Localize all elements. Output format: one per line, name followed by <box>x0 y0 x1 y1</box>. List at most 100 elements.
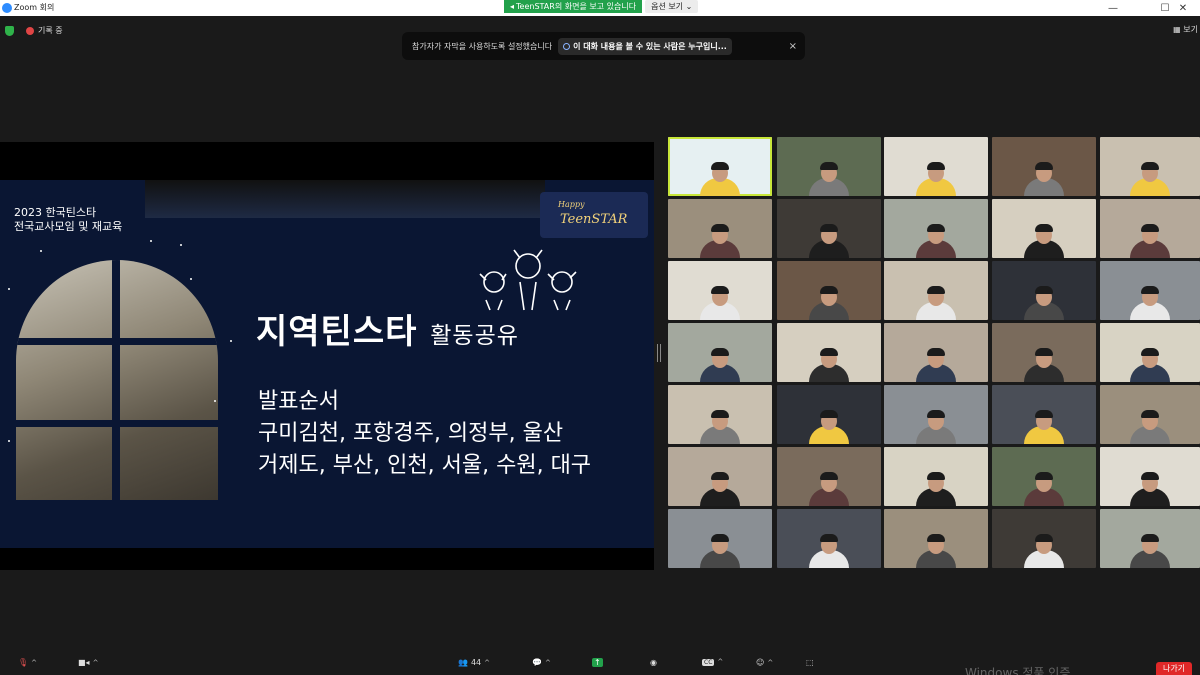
kids-doodle-icon <box>479 249 577 311</box>
video-button[interactable]: ■◂ ^ <box>78 658 98 667</box>
apps-button[interactable]: ⬚ <box>806 658 814 667</box>
view-options-button[interactable]: 옵션 보기 ⌄ <box>645 0 699 13</box>
leave-button[interactable]: 나가기 <box>1156 662 1192 675</box>
participant-video-tile[interactable] <box>668 509 772 568</box>
participant-video-tile[interactable] <box>1100 261 1200 320</box>
chat-icon: 💬 <box>532 658 542 667</box>
participant-avatar <box>700 212 740 258</box>
participant-video-tile[interactable] <box>1100 385 1200 444</box>
participant-video-tile[interactable] <box>668 199 772 258</box>
chevron-up-icon[interactable]: ^ <box>93 659 99 667</box>
video-camera-icon: ■◂ <box>78 658 90 667</box>
windows-activation-watermark: Windows 정품 인증 <box>965 666 1071 675</box>
reactions-button[interactable]: ☺ ^ <box>756 658 773 667</box>
participant-video-tile[interactable] <box>884 137 988 196</box>
participant-video-tile[interactable] <box>992 385 1096 444</box>
screen-share-banner: ◂ TeenSTAR의 화면을 보고 있습니다 옵션 보기 ⌄ <box>504 0 699 13</box>
participant-video-tile[interactable] <box>1100 137 1200 196</box>
participant-video-tile[interactable] <box>668 137 772 196</box>
participant-video-tile[interactable] <box>992 137 1096 196</box>
chevron-up-icon[interactable]: ^ <box>767 659 773 667</box>
participant-video-tile[interactable] <box>668 385 772 444</box>
chevron-up-icon[interactable]: ^ <box>717 658 723 666</box>
star-dot <box>180 244 182 246</box>
grid-view-icon: ▦ <box>1173 25 1181 34</box>
participant-avatar <box>1130 150 1170 196</box>
participants-button[interactable]: 👥 44 ^ <box>458 658 490 667</box>
participant-avatar <box>1024 212 1064 258</box>
participant-video-tile[interactable] <box>777 447 881 506</box>
slide-top-band <box>145 180 545 218</box>
participant-video-tile[interactable] <box>884 385 988 444</box>
participant-avatar <box>916 336 956 382</box>
participant-video-tile[interactable] <box>1100 509 1200 568</box>
participant-avatar <box>1024 336 1064 382</box>
share-status-text: TeenSTAR의 화면을 보고 있습니다 <box>516 2 637 11</box>
participant-avatar <box>1130 212 1170 258</box>
recording-label: 기록 중 <box>38 26 63 35</box>
security-shield-icon[interactable] <box>5 26 14 36</box>
participant-video-tile[interactable] <box>777 137 881 196</box>
participant-video-tile[interactable] <box>992 447 1096 506</box>
caption-notice: 참가자가 자막을 사용하도록 설정했습니다 이 대화 내용을 볼 수 있는 사람… <box>402 32 805 60</box>
record-button[interactable]: ◉ <box>650 658 657 667</box>
participant-video-tile[interactable] <box>777 323 881 382</box>
split-view-resize-handle[interactable] <box>657 344 661 362</box>
participant-video-tile[interactable] <box>992 261 1096 320</box>
participant-video-tile[interactable] <box>1100 323 1200 382</box>
minimize-button[interactable]: — <box>1096 0 1130 16</box>
participant-avatar <box>700 274 740 320</box>
view-label: 보기 <box>1183 25 1198 34</box>
logo-happy-text: Happy <box>558 200 585 209</box>
participant-video-tile[interactable] <box>884 509 988 568</box>
participant-video-tile[interactable] <box>992 509 1096 568</box>
participant-video-tile[interactable] <box>777 385 881 444</box>
chevron-up-icon[interactable]: ^ <box>31 659 37 667</box>
participant-video-tile[interactable] <box>1100 447 1200 506</box>
caption-visibility-link[interactable]: 이 대화 내용을 볼 수 있는 사람은 누구입니... <box>558 37 732 55</box>
microphone-muted-icon: 🎙 <box>18 658 29 667</box>
teenstar-logo: Happy TeenSTAR <box>540 192 648 238</box>
share-screen-button[interactable]: ↑ <box>592 658 603 667</box>
participant-video-tile[interactable] <box>668 323 772 382</box>
participant-video-tile[interactable] <box>992 199 1096 258</box>
participant-avatar <box>1024 274 1064 320</box>
participant-video-tile[interactable] <box>668 261 772 320</box>
logo-main-text: TeenSTAR <box>560 212 628 227</box>
closed-captions-icon: CC <box>702 658 715 666</box>
participant-avatar <box>809 274 849 320</box>
participant-avatar <box>809 522 849 568</box>
close-notice-button[interactable]: × <box>789 41 797 52</box>
participant-video-tile[interactable] <box>777 199 881 258</box>
order-line-1: 구미김천, 포항경주, 의정부, 울산 <box>258 421 564 446</box>
close-window-button[interactable]: ✕ <box>1166 0 1200 16</box>
star-dot <box>8 440 10 442</box>
slide-event-line-2: 전국교사모임 및 재교육 <box>14 220 123 233</box>
participant-video-tile[interactable] <box>884 447 988 506</box>
view-button[interactable]: ▦ 보기 <box>1173 24 1198 35</box>
order-line-2: 거제도, 부산, 인천, 서울, 수원, 대구 <box>258 453 592 478</box>
participant-video-tile[interactable] <box>777 509 881 568</box>
chat-button[interactable]: 💬 ^ <box>532 658 551 667</box>
participant-avatar <box>916 274 956 320</box>
participant-video-tile[interactable] <box>1100 199 1200 258</box>
chevron-up-icon[interactable]: ^ <box>545 659 551 667</box>
reactions-icon: ☺ <box>756 658 765 667</box>
participant-video-tile[interactable] <box>777 261 881 320</box>
apps-icon: ⬚ <box>806 658 814 667</box>
chevron-up-icon[interactable]: ^ <box>484 659 490 667</box>
slide-title: 지역틴스타 활동공유 <box>256 304 519 353</box>
participants-icon: 👥 <box>458 658 468 667</box>
captions-button[interactable]: CC ^ <box>702 658 723 666</box>
mute-button[interactable]: 🎙 ^ <box>18 658 37 667</box>
participant-video-tile[interactable] <box>884 323 988 382</box>
participant-video-tile[interactable] <box>884 199 988 258</box>
participant-video-tile[interactable] <box>668 447 772 506</box>
participants-count: 44 <box>470 658 482 667</box>
participant-video-tile[interactable] <box>884 261 988 320</box>
participant-video-tile[interactable] <box>992 323 1096 382</box>
window-frame-horizontal <box>16 338 218 345</box>
star-dot <box>8 288 10 290</box>
participant-avatar <box>700 398 740 444</box>
recording-icon <box>26 27 34 35</box>
